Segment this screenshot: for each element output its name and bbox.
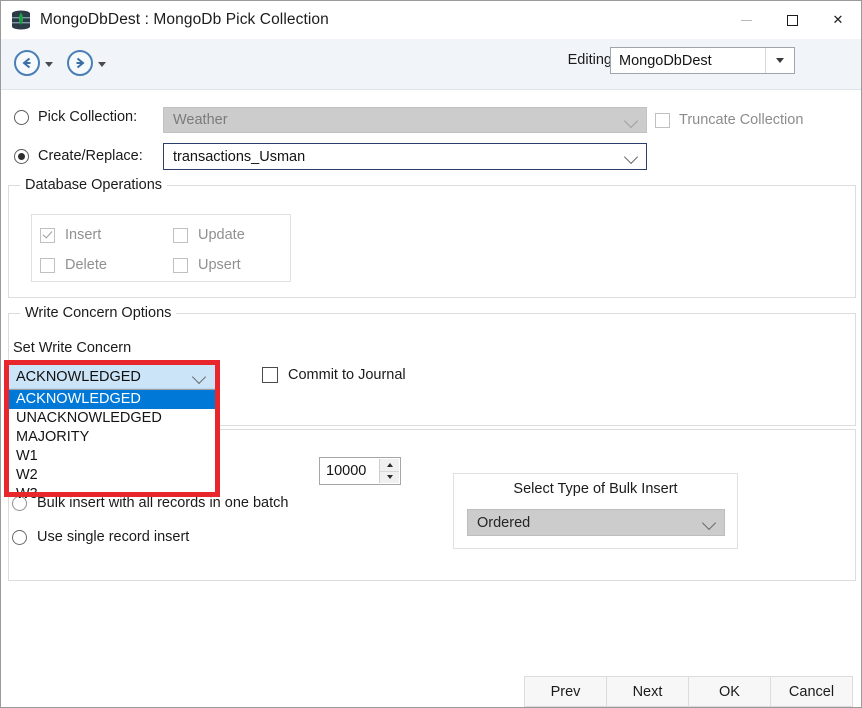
write-concern-dropdown-list[interactable]: ACKNOWLEDGED UNACKNOWLEDGED MAJORITY W1 … [8, 389, 217, 495]
write-concern-option[interactable]: ACKNOWLEDGED [9, 390, 216, 409]
window-controls: ✕ [723, 1, 861, 39]
stepper-down-icon[interactable] [380, 472, 399, 484]
pick-collection-combo: Weather [163, 107, 647, 133]
batch-size-stepper[interactable]: 10000 [319, 457, 401, 485]
forward-arrow-icon[interactable] [67, 50, 95, 78]
bulk-insert-type-value: Ordered [468, 515, 530, 531]
truncate-collection-label: Truncate Collection [679, 112, 803, 128]
truncate-collection-row[interactable]: Truncate Collection [655, 112, 803, 128]
write-concern-option[interactable]: W3 [9, 485, 216, 504]
minimize-button[interactable] [723, 1, 769, 39]
single-record-radio-row[interactable]: Use single record insert [12, 529, 189, 545]
pick-collection-radio[interactable] [14, 110, 29, 125]
upsert-checkbox[interactable] [173, 258, 188, 273]
create-replace-combo[interactable]: transactions_Usman [163, 143, 647, 170]
back-dropdown-caret-icon[interactable] [45, 62, 53, 67]
truncate-collection-checkbox[interactable] [655, 113, 670, 128]
editing-combo-value: MongoDbDest [611, 53, 712, 69]
commit-to-journal-checkbox[interactable] [262, 367, 278, 383]
window-title: MongoDbDest : MongoDb Pick Collection [40, 11, 329, 29]
bulk-insert-type-title: Select Type of Bulk Insert [453, 481, 738, 497]
write-concern-value: ACKNOWLEDGED [9, 369, 141, 385]
commit-to-journal-label: Commit to Journal [288, 367, 406, 383]
next-button[interactable]: Next [606, 676, 689, 707]
close-button[interactable]: ✕ [815, 1, 861, 39]
pick-collection-value: Weather [164, 112, 228, 128]
create-replace-value: transactions_Usman [164, 149, 305, 165]
delete-label: Delete [65, 257, 107, 273]
delete-checkbox[interactable] [40, 258, 55, 273]
create-replace-radio[interactable] [14, 149, 29, 164]
dialog-window: MongoDbDest : MongoDb Pick Collection ✕ [0, 0, 862, 708]
pick-collection-radio-row[interactable]: Pick Collection: [14, 109, 137, 125]
chevron-down-icon[interactable] [702, 516, 716, 530]
cancel-button[interactable]: Cancel [770, 676, 853, 707]
write-concern-combo[interactable]: ACKNOWLEDGED [8, 364, 217, 389]
maximize-button[interactable] [769, 1, 815, 39]
chevron-down-icon[interactable] [192, 370, 206, 384]
single-record-label: Use single record insert [37, 529, 189, 545]
update-checkbox-row[interactable]: Update [173, 227, 245, 243]
mongodb-database-icon [10, 9, 32, 31]
back-arrow-icon[interactable] [14, 50, 42, 78]
database-operations-legend: Database Operations [20, 177, 167, 193]
delete-checkbox-row[interactable]: Delete [40, 257, 107, 273]
dialog-footer: Prev Next OK Cancel [525, 676, 853, 707]
upsert-checkbox-row[interactable]: Upsert [173, 257, 241, 273]
editing-combo[interactable]: MongoDbDest [610, 47, 795, 74]
upsert-label: Upsert [198, 257, 241, 273]
write-concern-legend: Write Concern Options [20, 305, 176, 321]
chevron-down-icon [624, 114, 638, 128]
write-concern-option[interactable]: W1 [9, 447, 216, 466]
single-record-radio[interactable] [12, 530, 27, 545]
ok-button[interactable]: OK [688, 676, 771, 707]
write-concern-option[interactable]: UNACKNOWLEDGED [9, 409, 216, 428]
pick-collection-label: Pick Collection: [38, 109, 137, 125]
insert-label: Insert [65, 227, 101, 243]
insert-checkbox[interactable] [40, 228, 55, 243]
editing-combo-arrow-icon[interactable] [765, 48, 794, 73]
create-replace-label: Create/Replace: [38, 148, 143, 164]
set-write-concern-label: Set Write Concern [13, 340, 131, 356]
bulk-insert-type-combo[interactable]: Ordered [467, 509, 725, 536]
update-checkbox[interactable] [173, 228, 188, 243]
update-label: Update [198, 227, 245, 243]
stepper-buttons[interactable] [379, 459, 399, 483]
batch-size-value: 10000 [320, 463, 366, 479]
editing-label: Editing: [568, 52, 616, 68]
create-replace-radio-row[interactable]: Create/Replace: [14, 148, 143, 164]
write-concern-option[interactable]: MAJORITY [9, 428, 216, 447]
chevron-down-icon[interactable] [624, 150, 638, 164]
stepper-up-icon[interactable] [380, 459, 399, 472]
title-bar: MongoDbDest : MongoDb Pick Collection ✕ [1, 1, 861, 39]
insert-checkbox-row[interactable]: Insert [40, 227, 101, 243]
write-concern-option[interactable]: W2 [9, 466, 216, 485]
forward-dropdown-caret-icon[interactable] [98, 62, 106, 67]
commit-to-journal-row[interactable]: Commit to Journal [262, 367, 406, 383]
prev-button[interactable]: Prev [524, 676, 607, 707]
